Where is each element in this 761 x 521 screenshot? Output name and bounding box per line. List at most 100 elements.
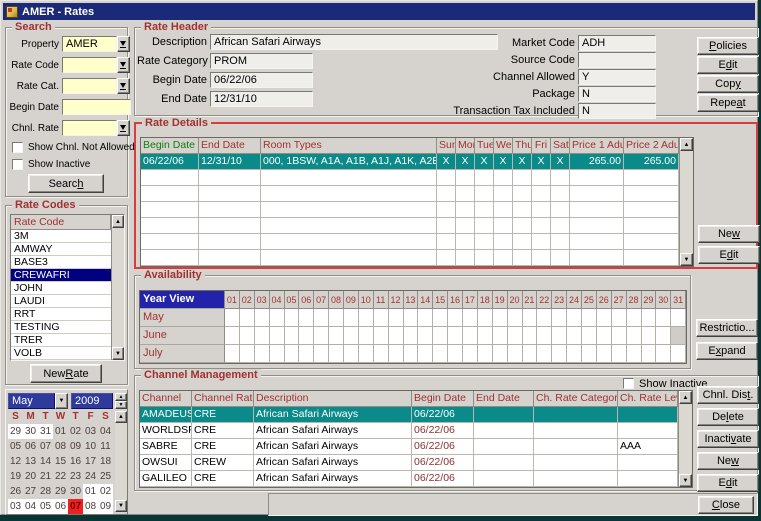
rate-code-item[interactable]: TRER: [11, 334, 111, 347]
column-header-begin-date[interactable]: Begin Date: [412, 391, 474, 406]
availability-cell[interactable]: [597, 309, 612, 327]
rate-code-column-header[interactable]: Rate Code: [11, 215, 111, 230]
availability-cell[interactable]: [433, 345, 448, 363]
availability-cell[interactable]: [537, 327, 552, 345]
calendar-day[interactable]: 06: [53, 499, 68, 514]
availability-cell[interactable]: [627, 309, 642, 327]
channel-row[interactable]: SABRECREAfrican Safari Airways06/22/06AA…: [140, 439, 678, 455]
availability-cell[interactable]: [671, 327, 686, 345]
availability-cell[interactable]: [344, 309, 359, 327]
calendar-day[interactable]: 14: [38, 454, 53, 469]
calendar-day[interactable]: 08: [83, 499, 98, 514]
calendar-day[interactable]: 31: [38, 424, 53, 439]
calendar-month-dropdown-button[interactable]: ▼: [55, 393, 68, 409]
property-field[interactable]: AMER: [62, 36, 117, 52]
copy-button[interactable]: Copy: [697, 75, 759, 93]
calendar-day[interactable]: 07: [38, 439, 53, 454]
calendar-day[interactable]: 30: [23, 424, 38, 439]
availability-cell[interactable]: [389, 345, 404, 363]
availability-cell[interactable]: [314, 327, 329, 345]
rate-code-item[interactable]: AMWAY: [11, 243, 111, 256]
availability-cell[interactable]: [478, 309, 493, 327]
calendar-day[interactable]: 02: [68, 424, 83, 439]
calendar-day[interactable]: 11: [98, 439, 113, 454]
package-field[interactable]: N: [578, 86, 656, 102]
availability-cell[interactable]: [270, 327, 285, 345]
availability-cell[interactable]: [463, 327, 478, 345]
rate-code-item[interactable]: VOLB: [11, 347, 111, 360]
new-rate-button[interactable]: New Rate: [30, 364, 102, 383]
availability-cell[interactable]: [240, 345, 255, 363]
availability-cell[interactable]: [448, 345, 463, 363]
availability-cell[interactable]: [359, 345, 374, 363]
availability-cell[interactable]: [314, 345, 329, 363]
availability-cell[interactable]: [418, 345, 433, 363]
availability-cell[interactable]: [463, 345, 478, 363]
rate-code-item[interactable]: LAUDI: [11, 295, 111, 308]
calendar-day[interactable]: 10: [83, 439, 98, 454]
column-header-end-date[interactable]: End Date: [199, 138, 261, 153]
chnl-dist-button[interactable]: Chnl. Dist.: [697, 386, 759, 404]
scroll-up-icon[interactable]: ▲: [115, 411, 127, 423]
calendar-day[interactable]: 08: [53, 439, 68, 454]
availability-cell[interactable]: [255, 309, 270, 327]
availability-cell[interactable]: [552, 345, 567, 363]
availability-cell[interactable]: [240, 327, 255, 345]
scroll-up-icon[interactable]: ▲: [679, 391, 692, 404]
calendar-day[interactable]: 21: [38, 469, 53, 484]
channel-row[interactable]: WORLDSPACREAfrican Safari Airways06/22/0…: [140, 423, 678, 439]
availability-cell[interactable]: [612, 327, 627, 345]
year-view-button[interactable]: Year View: [140, 291, 225, 309]
column-header-price-2-adul[interactable]: Price 2 Adul: [624, 138, 679, 153]
rate-code-item[interactable]: 3M: [11, 230, 111, 243]
availability-cell[interactable]: [671, 345, 686, 363]
rate-code-item[interactable]: BASE3: [11, 256, 111, 269]
edit-button[interactable]: Edit: [697, 56, 759, 74]
availability-cell[interactable]: [612, 345, 627, 363]
scroll-track[interactable]: [115, 423, 127, 500]
availability-cell[interactable]: [418, 327, 433, 345]
edit-button[interactable]: Edit: [697, 474, 759, 492]
availability-cell[interactable]: [270, 345, 285, 363]
availability-cell[interactable]: [329, 327, 344, 345]
restrictio-button[interactable]: Restrictio...: [696, 319, 758, 337]
availability-cell[interactable]: [597, 345, 612, 363]
channel-show-inactive-checkbox[interactable]: [623, 378, 634, 389]
availability-cell[interactable]: [656, 309, 671, 327]
rate-cat-lov-button[interactable]: [117, 78, 130, 94]
scroll-down-icon[interactable]: ▼: [112, 347, 124, 360]
rate-code-item[interactable]: RRT: [11, 308, 111, 321]
availability-cell[interactable]: [448, 309, 463, 327]
rate-code-lov-button[interactable]: [117, 57, 130, 73]
availability-cell[interactable]: [463, 309, 478, 327]
availability-cell[interactable]: [523, 345, 538, 363]
calendar-year-spinner[interactable]: ▲ ▼: [115, 393, 127, 409]
expand-button[interactable]: Expand: [696, 342, 758, 360]
rate-code-field[interactable]: [62, 57, 117, 73]
calendar-day[interactable]: 05: [38, 499, 53, 514]
column-header-price-1-adul[interactable]: Price 1 Adul: [570, 138, 624, 153]
availability-cell[interactable]: [344, 327, 359, 345]
availability-cell[interactable]: [582, 327, 597, 345]
availability-cell[interactable]: [537, 309, 552, 327]
column-header-channel-rate[interactable]: Channel Rate: [192, 391, 254, 406]
availability-cell[interactable]: [299, 327, 314, 345]
calendar-day[interactable]: 29: [53, 484, 68, 499]
scroll-down-icon[interactable]: ▼: [115, 500, 127, 512]
column-header-mon[interactable]: Mon: [456, 138, 475, 153]
rate-cat-field[interactable]: [62, 78, 117, 94]
calendar-day[interactable]: 09: [68, 439, 83, 454]
availability-cell[interactable]: [478, 327, 493, 345]
availability-cell[interactable]: [344, 345, 359, 363]
calendar-scrollbar[interactable]: ▲ ▼: [115, 411, 127, 512]
availability-cell[interactable]: [567, 345, 582, 363]
calendar-day[interactable]: 26: [8, 484, 23, 499]
availability-cell[interactable]: [285, 345, 300, 363]
show-inactive-checkbox[interactable]: [12, 159, 23, 170]
scroll-up-icon[interactable]: ▲: [112, 215, 124, 228]
column-header-begin-date[interactable]: Begin Date: [141, 138, 199, 153]
calendar-day[interactable]: 27: [23, 484, 38, 499]
availability-cell[interactable]: [656, 327, 671, 345]
availability-cell[interactable]: [404, 345, 419, 363]
column-header-end-date[interactable]: End Date: [474, 391, 534, 406]
